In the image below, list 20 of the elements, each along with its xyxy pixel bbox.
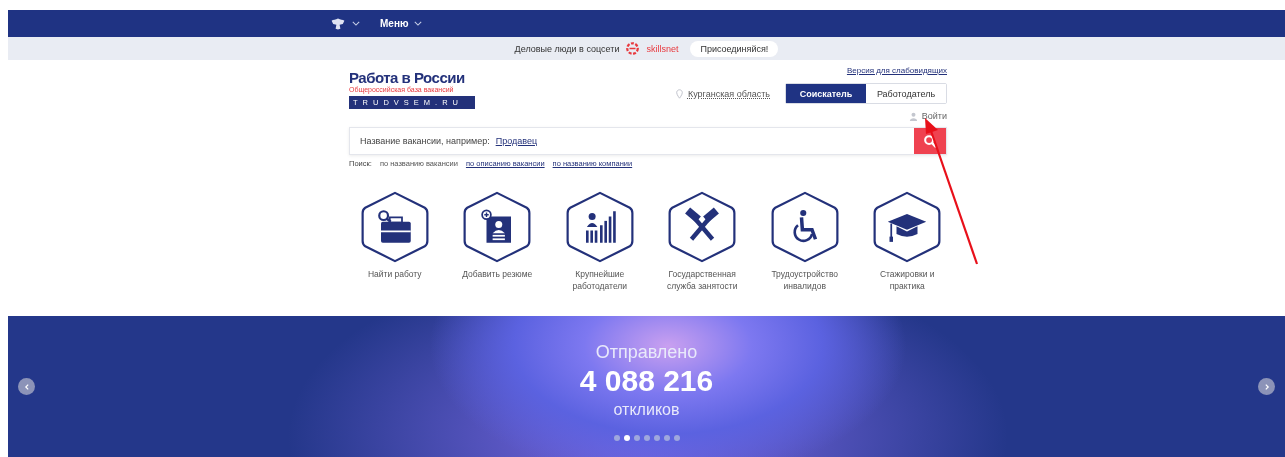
category-label[interactable]: Трудоустройство инвалидов bbox=[765, 268, 845, 292]
category-label[interactable]: Крупнейшие работодатели bbox=[560, 268, 640, 292]
category-label[interactable]: Найти работу bbox=[367, 268, 422, 280]
banner-caption: Отправлено bbox=[595, 340, 698, 363]
search-field[interactable]: Название вакансии, например: Продавец bbox=[349, 127, 947, 155]
menu-link[interactable]: Меню bbox=[380, 18, 409, 29]
region-link[interactable]: Курганская область bbox=[687, 88, 770, 99]
brand-name: skillsnet bbox=[646, 43, 679, 54]
logo-title[interactable]: Работа в России bbox=[349, 70, 475, 86]
join-button[interactable]: Присоединяйся! bbox=[690, 40, 779, 57]
banner-number: 4 088 216 bbox=[579, 362, 714, 399]
category-label[interactable]: Добавить резюме bbox=[462, 268, 533, 280]
promo-text: Деловые люди в соцсети bbox=[514, 43, 620, 54]
category-label[interactable]: Стажировки и практика bbox=[867, 268, 947, 292]
login-link[interactable]: Войти bbox=[921, 111, 947, 121]
banner-caption: откликов bbox=[613, 399, 680, 420]
category-label[interactable]: Государственная служба занятости bbox=[662, 268, 742, 292]
role-tab[interactable]: Соискатель bbox=[786, 84, 866, 103]
accessibility-link[interactable]: Версия для слабовидящих bbox=[846, 66, 947, 75]
example-link[interactable]: Продавец bbox=[495, 136, 914, 146]
